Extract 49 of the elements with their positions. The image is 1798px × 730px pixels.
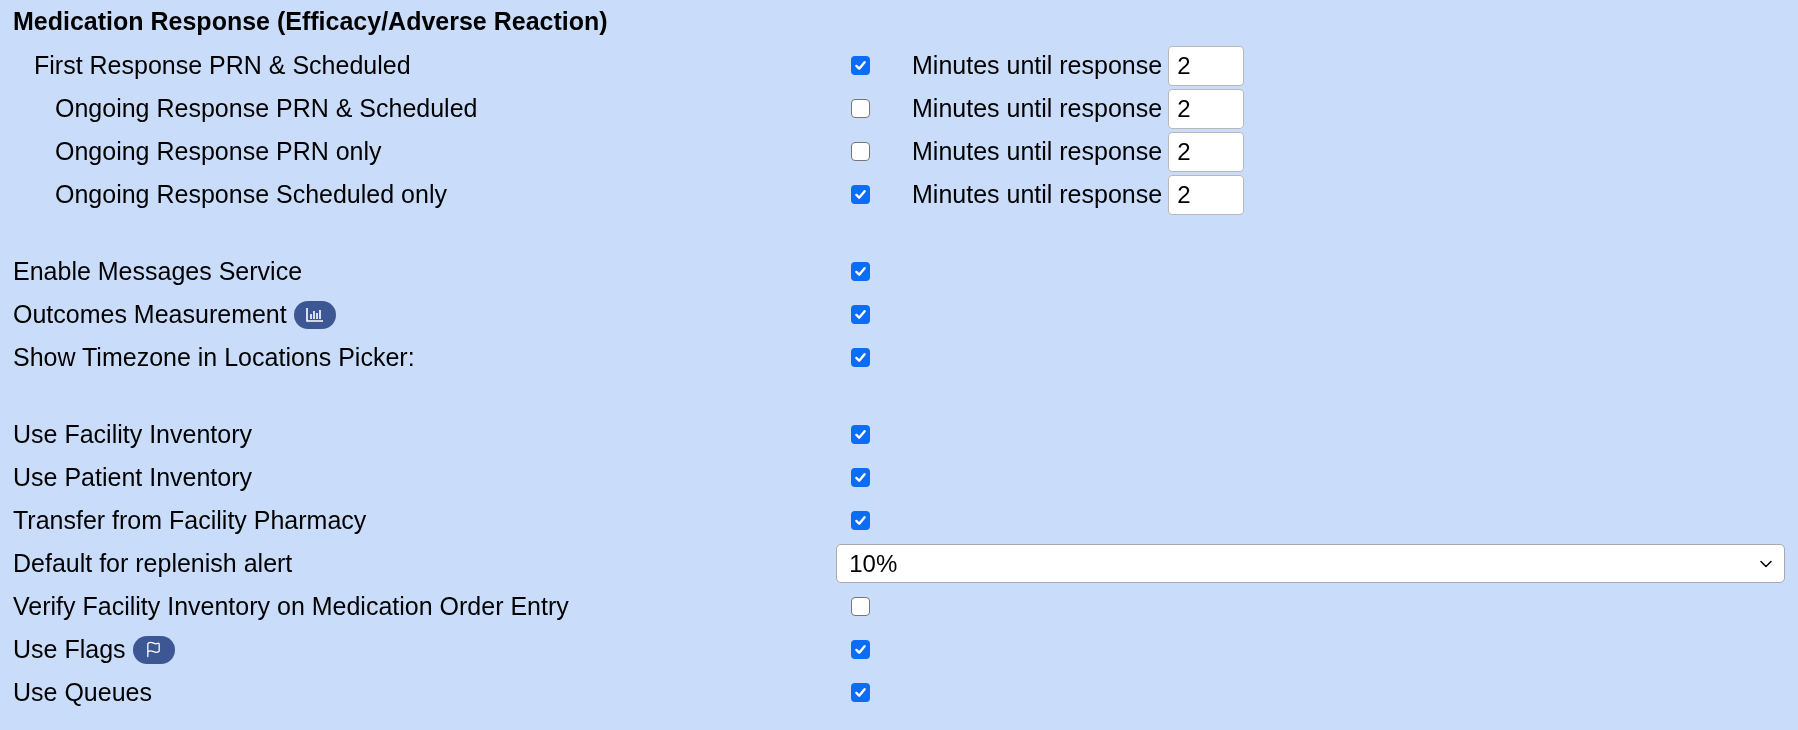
setting-label: Use Patient Inventory [13, 461, 252, 493]
checkbox[interactable] [851, 185, 870, 204]
checkbox[interactable] [851, 99, 870, 118]
setting-label: Use Facility Inventory [13, 418, 252, 450]
checkmark-icon [854, 643, 867, 656]
checkbox[interactable] [851, 425, 870, 444]
minutes-field[interactable]: 2 [1168, 45, 1245, 86]
setting-label: Show Timezone in Locations Picker: [13, 341, 415, 373]
setting-label: Transfer from Facility Pharmacy [13, 504, 367, 536]
minutes-label: Minutes until response [912, 178, 1163, 210]
checkmark-icon [854, 428, 867, 441]
checkbox[interactable] [851, 683, 870, 702]
checkmark-icon [854, 265, 867, 278]
checkbox[interactable] [851, 597, 870, 616]
setting-label: Ongoing Response PRN & Scheduled [55, 92, 478, 124]
minutes-label: Minutes until response [912, 92, 1163, 124]
checkmark-icon [854, 514, 867, 527]
setting-label: Enable Messages Service [13, 255, 303, 287]
minutes-field[interactable]: 2 [1168, 174, 1245, 215]
minutes-label: Minutes until response [912, 135, 1163, 167]
checkbox[interactable] [851, 348, 870, 367]
setting-label: Default for replenish alert [13, 547, 293, 579]
chart-badge-icon[interactable] [293, 300, 336, 329]
setting-label: Use Queues [13, 676, 152, 708]
checkmark-icon [854, 351, 867, 364]
checkbox[interactable] [851, 640, 870, 659]
minutes-field[interactable]: 2 [1168, 88, 1245, 129]
checkbox[interactable] [851, 262, 870, 281]
checkbox[interactable] [851, 56, 870, 75]
select-field[interactable]: 10% [836, 544, 1785, 583]
minutes-label: Minutes until response [912, 49, 1163, 81]
setting-label: Outcomes Measurement [13, 298, 287, 330]
setting-label: First Response PRN & Scheduled [34, 49, 411, 81]
setting-label: Ongoing Response PRN only [55, 135, 382, 167]
checkmark-icon [854, 188, 867, 201]
checkmark-icon [854, 471, 867, 484]
checkmark-icon [854, 59, 867, 72]
checkbox[interactable] [851, 511, 870, 530]
section-heading: Medication Response (Efficacy/Adverse Reaction) [13, 6, 608, 38]
checkbox[interactable] [851, 468, 870, 487]
checkmark-icon [854, 686, 867, 699]
checkmark-icon [854, 308, 867, 321]
setting-label: Ongoing Response Scheduled only [55, 178, 447, 210]
minutes-field[interactable]: 2 [1168, 131, 1245, 172]
checkbox[interactable] [851, 142, 870, 161]
checkbox[interactable] [851, 305, 870, 324]
setting-label: Verify Facility Inventory on Medication Order Entry [13, 590, 569, 622]
setting-label: Use Flags [13, 633, 126, 665]
flag-badge-icon[interactable] [132, 635, 175, 664]
